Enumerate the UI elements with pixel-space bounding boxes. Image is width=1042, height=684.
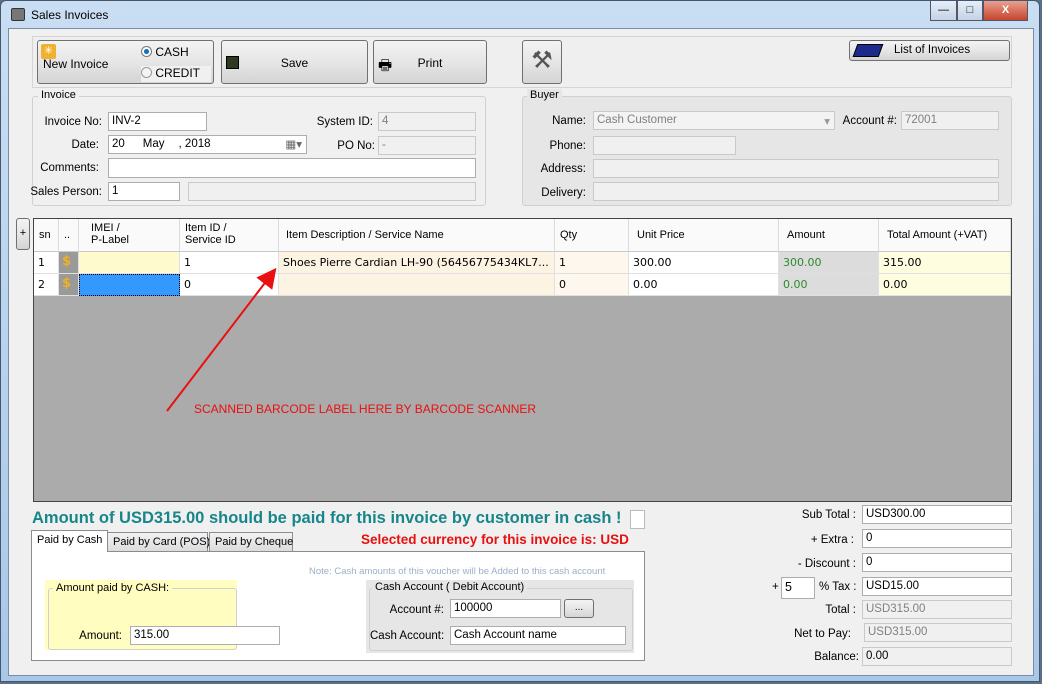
net-to-pay-label: Net to Pay:	[794, 628, 851, 640]
cash-note: Note: Cash amounts of this voucher will …	[309, 566, 606, 577]
balance-input: 0.00	[862, 647, 1012, 666]
tax-input: USD15.00	[862, 577, 1012, 596]
cash-account-input[interactable]: Cash Account name	[450, 626, 626, 645]
extra-label: + Extra :	[810, 534, 854, 546]
cash-amount-group-title: Amount paid by CASH:	[53, 582, 173, 594]
extra-input[interactable]: 0	[862, 529, 1012, 548]
sub-total-label: Sub Total :	[801, 509, 856, 521]
balance-label: Balance:	[814, 651, 859, 663]
message-box-edge	[630, 510, 645, 529]
account-no-input[interactable]: 100000	[450, 599, 561, 618]
currency-message: Selected currency for this invoice is: U…	[361, 532, 629, 547]
cash-account-group-title: Cash Account ( Debit Account)	[372, 581, 528, 593]
sub-total-input: USD300.00	[862, 505, 1012, 524]
account-no-label: Account #:	[389, 604, 444, 616]
tab-paid-by-cheque[interactable]: Paid by Cheque	[209, 532, 293, 552]
payment-message: Amount of USD315.00 should be paid for t…	[32, 509, 622, 527]
barcode-annotation: SCANNED BARCODE LABEL HERE BY BARCODE SC…	[194, 402, 537, 416]
cash-amount-input[interactable]: 315.00	[130, 626, 280, 645]
tax-rate-input[interactable]: 5	[781, 577, 815, 599]
tab-paid-by-cash[interactable]: Paid by Cash	[31, 530, 109, 552]
tax-plus-label: +	[772, 581, 779, 593]
total-input: USD315.00	[862, 600, 1012, 619]
total-label: Total :	[825, 604, 856, 616]
tax-label: % Tax :	[819, 581, 857, 593]
net-to-pay-input: USD315.00	[864, 623, 1012, 642]
browse-account-button[interactable]: ...	[564, 599, 594, 618]
discount-label: - Discount :	[797, 558, 856, 570]
cash-account-label: Cash Account:	[370, 630, 445, 642]
amount-label: Amount:	[79, 630, 122, 642]
discount-input[interactable]: 0	[862, 553, 1012, 572]
tab-paid-by-card[interactable]: Paid by Card (POS)	[107, 532, 210, 552]
